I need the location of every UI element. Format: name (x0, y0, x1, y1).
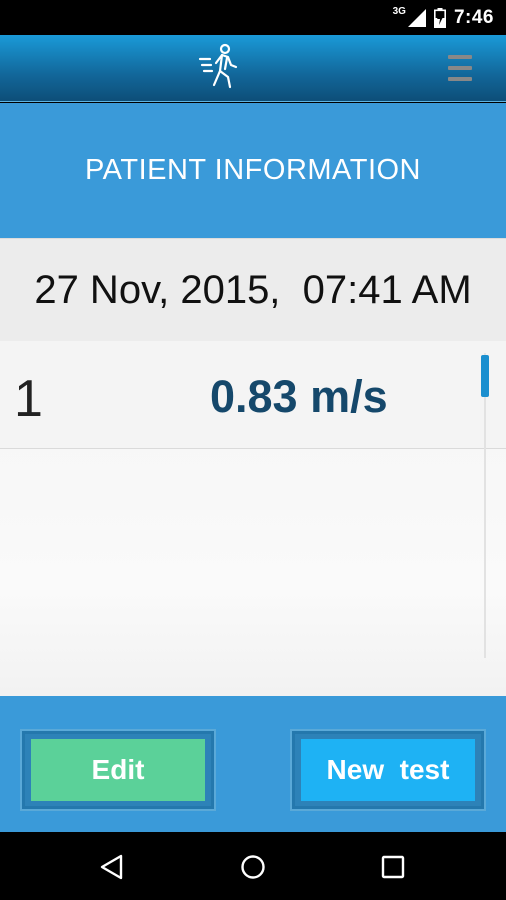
status-icons: 3G 7:46 (393, 0, 494, 35)
hamburger-menu-icon[interactable] (448, 55, 472, 85)
walking-person-icon (198, 43, 238, 89)
home-icon[interactable] (238, 852, 268, 882)
edit-button[interactable]: Edit (31, 739, 205, 801)
page-title: PATIENT INFORMATION (84, 154, 422, 186)
result-index: 1 (14, 370, 43, 428)
scrollbar-track (484, 353, 486, 658)
system-nav-bar (0, 832, 506, 900)
test-datetime: 27 Nov, 2015, 07:41 AM (34, 267, 472, 312)
app-bar (0, 35, 506, 102)
page-header: PATIENT INFORMATION (0, 103, 506, 238)
results-list[interactable]: 1 0.83 m/s (0, 341, 506, 696)
back-icon[interactable] (98, 852, 128, 882)
action-bar: Edit New test (0, 696, 506, 832)
recent-apps-icon[interactable] (378, 852, 408, 882)
result-speed: 0.83 m/s (210, 371, 388, 422)
status-clock: 7:46 (453, 6, 494, 28)
test-datetime-row: 27 Nov, 2015, 07:41 AM (0, 238, 506, 341)
signal-icon (407, 8, 426, 27)
edit-button-frame: Edit (20, 729, 216, 811)
scrollbar-thumb[interactable] (481, 355, 489, 397)
battery-charging-icon (433, 7, 446, 28)
list-item[interactable]: 1 0.83 m/s (0, 341, 506, 449)
new-test-button[interactable]: New test (301, 739, 475, 801)
new-test-button-frame: New test (290, 729, 486, 811)
network-type-label: 3G (392, 6, 406, 17)
status-bar: 3G 7:46 (0, 0, 506, 35)
